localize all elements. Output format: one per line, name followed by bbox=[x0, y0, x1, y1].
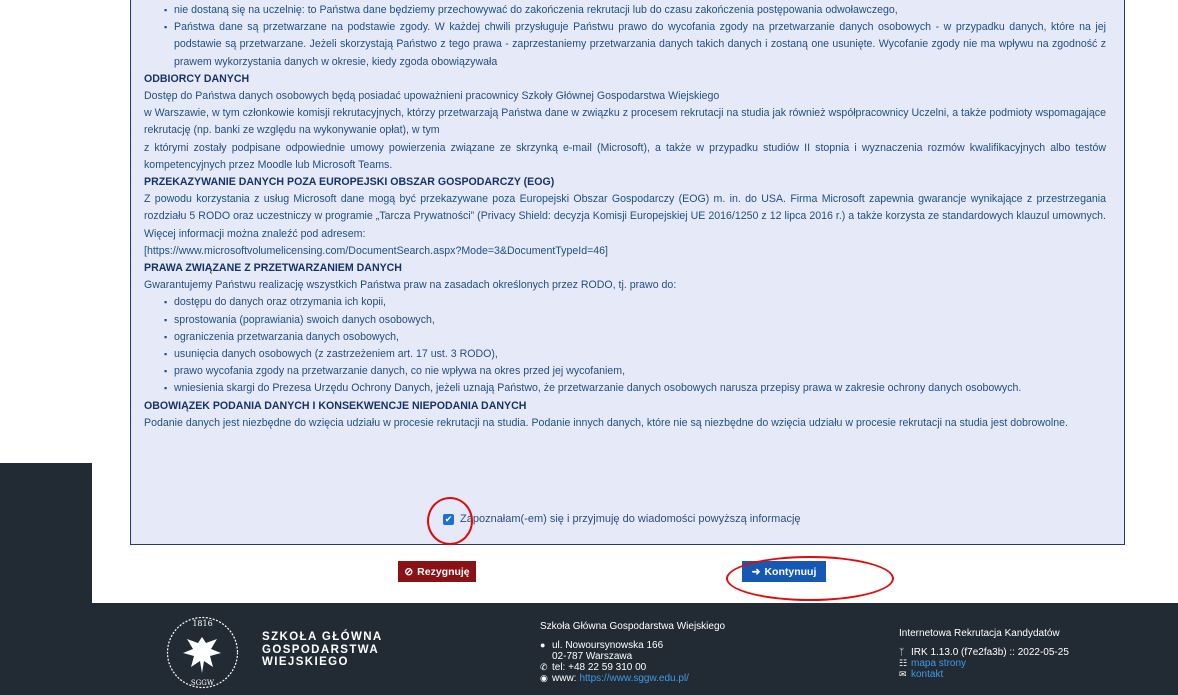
contact-link[interactable]: kontakt bbox=[911, 669, 943, 680]
globe-icon: ◉ bbox=[540, 673, 548, 683]
footer-contact: Szkoła Główna Gospodarstwa Wiejskiego ● u… bbox=[540, 621, 725, 684]
sitemap-icon: ☷ bbox=[899, 658, 908, 668]
list-item: prawo wycofania zgody na przetwarzanie d… bbox=[164, 363, 1106, 380]
logo-year: 1816 bbox=[192, 619, 212, 628]
transfer-text: Z powodu korzystania z usług Microsoft d… bbox=[144, 193, 1106, 240]
cancel-button-label: Rezygnuję bbox=[417, 565, 470, 578]
continue-button[interactable]: ➜ Kontynuuj bbox=[742, 561, 826, 582]
app-title: Internetowa Rekrutacja Kandydatów bbox=[899, 628, 1060, 639]
recipients-line: z którymi zostały podpisane odpowiednie … bbox=[144, 141, 1106, 171]
logo-line: SZKOŁA GŁÓWNA bbox=[262, 631, 383, 643]
phone-icon: ✆ bbox=[540, 662, 548, 672]
section-heading-rights: PRAWA ZWIĄZANE Z PRZETWARZANIEM DANYCH bbox=[144, 262, 402, 275]
www-link[interactable]: https://www.sggw.edu.pl/ bbox=[579, 673, 689, 684]
section-heading-obligation: OBOWIĄZEK PODANIA DANYCH I KONSEKWENCJE … bbox=[144, 399, 527, 412]
envelope-icon: ✉ bbox=[899, 669, 907, 679]
map-pin-icon: ● bbox=[540, 640, 546, 650]
list-item: usunięcia danych osobowych (z zastrzeżen… bbox=[164, 346, 1106, 363]
phone-number: tel: +48 22 59 310 00 bbox=[552, 662, 647, 673]
address-line: ul. Nowoursynowska 166 bbox=[552, 640, 664, 651]
cancel-icon: ⊘ bbox=[404, 565, 414, 578]
consent-checkbox[interactable]: ✔ bbox=[443, 513, 454, 525]
recipients-line: w Warszawie, w tym członkowie komisji re… bbox=[144, 107, 1106, 137]
org-title: Szkoła Główna Gospodarstwa Wiejskiego bbox=[540, 621, 726, 632]
continue-button-label: Kontynuuj bbox=[764, 565, 817, 578]
logo-wordmark: SZKOŁA GŁÓWNA GOSPODARSTWA WIEJSKIEGO bbox=[262, 631, 383, 669]
list-item: dostępu do danych oraz otrzymania ich ko… bbox=[164, 294, 1106, 311]
rights-intro: Gwarantujemy Państwu realizację wszystki… bbox=[144, 279, 677, 292]
obligation-text: Podanie danych jest niezbędne do wzięcia… bbox=[144, 416, 1068, 429]
sggw-logo: 1816 SGGW bbox=[166, 616, 239, 689]
logo-line: WIEJSKIEGO bbox=[262, 656, 349, 668]
cancel-button[interactable]: ⊘ Rezygnuję bbox=[398, 561, 476, 582]
list-item: ograniczenia przetwarzania danych osobow… bbox=[164, 329, 1106, 346]
arrow-right-icon: ➜ bbox=[751, 565, 761, 578]
branch-icon: ᛉ bbox=[899, 647, 905, 657]
section-heading-recipients: ODBIORCY DANYCH bbox=[144, 72, 250, 85]
privacy-text: nie dostaną się na uczelnię: to Państwa … bbox=[144, 2, 1106, 432]
version-text: IRK 1.13.0 (f7e2fa3b) :: 2022-05-25 bbox=[911, 647, 1069, 658]
retention-list: nie dostaną się na uczelnię: to Państwa … bbox=[144, 2, 1106, 71]
footer-app-info: Internetowa Rekrutacja Kandydatów ᛉ IRK 1… bbox=[899, 628, 1069, 680]
section-heading-transfer: PRZEKAZYWANIE DANYCH POZA EUROPEJSKI OBS… bbox=[144, 176, 555, 189]
consent-checkbox-row[interactable]: ✔ Zapoznałam(-em) się i przyjmuję do wia… bbox=[443, 513, 801, 525]
rights-list: dostępu do danych oraz otrzymania ich ko… bbox=[144, 294, 1106, 397]
www-label: www: bbox=[552, 673, 577, 684]
address-line: 02-787 Warszawa bbox=[552, 651, 633, 662]
consent-label: Zapoznałam(-em) się i przyjmuję do wiado… bbox=[460, 513, 801, 525]
list-item: Państwa dane są przetwarzane na podstawi… bbox=[164, 19, 1106, 71]
privacy-info-panel: nie dostaną się na uczelnię: to Państwa … bbox=[130, 0, 1125, 545]
list-item: nie dostaną się na uczelnię: to Państwa … bbox=[164, 2, 1106, 19]
sitemap-link[interactable]: mapa strony bbox=[911, 658, 966, 669]
list-item: wniesienia skargi do Prezesa Urzędu Ochr… bbox=[164, 380, 1106, 397]
list-item: sprostowania (poprawiania) swoich danych… bbox=[164, 312, 1106, 329]
logo-line: GOSPODARSTWA bbox=[262, 643, 380, 656]
logo-letters: SGGW bbox=[191, 679, 215, 687]
recipients-line: Dostęp do Państwa danych osobowych będą … bbox=[144, 90, 720, 103]
transfer-link: [https://www.microsoftvolumelicensing.co… bbox=[144, 244, 608, 257]
